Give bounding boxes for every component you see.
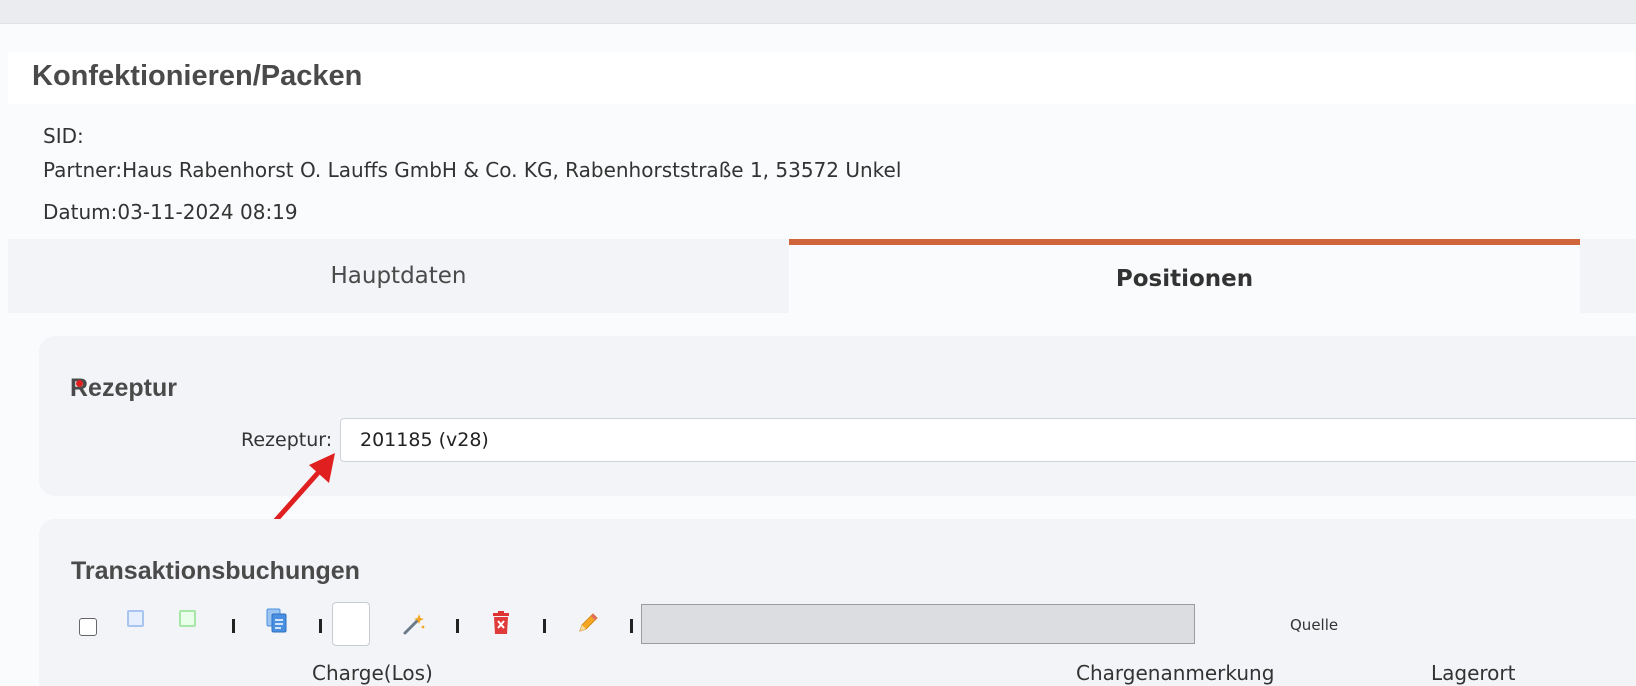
- datum-value: 03-11-2024 08:19: [117, 200, 298, 224]
- required-marker: [76, 380, 83, 387]
- quelle-label[interactable]: Quelle: [1290, 616, 1338, 634]
- transactions-panel: [39, 519, 1636, 686]
- search-input[interactable]: [641, 604, 1195, 644]
- pencil-icon[interactable]: [576, 611, 600, 635]
- toolbar-separator: [456, 619, 459, 633]
- delete-icon[interactable]: [491, 611, 511, 635]
- column-header-lagerort[interactable]: Lagerort: [1431, 661, 1515, 685]
- transactions-section-title: Transaktionsbuchungen: [71, 557, 360, 585]
- page-title: Konfektionieren/Packen: [32, 60, 363, 92]
- tab-hauptdaten[interactable]: Hauptdaten: [8, 239, 789, 313]
- top-bar: [0, 0, 1636, 24]
- magic-wand-icon[interactable]: [402, 612, 426, 636]
- toolbar-separator: [319, 619, 322, 633]
- sid-label: SID:: [43, 124, 84, 148]
- tab-positionen[interactable]: Positionen: [789, 239, 1580, 313]
- blue-square-icon[interactable]: [127, 610, 144, 627]
- tab-positionen-label: Positionen: [1115, 266, 1254, 292]
- column-header-chargenanmerkung[interactable]: Chargenanmerkung: [1076, 661, 1274, 685]
- rezeptur-section-title: Rezeptur: [70, 374, 177, 402]
- tab-hauptdaten-label: Hauptdaten: [330, 263, 467, 289]
- blank-toolbar-button[interactable]: [332, 602, 370, 646]
- partner-value: Haus Rabenhorst O. Lauffs GmbH & Co. KG,…: [122, 158, 902, 182]
- partner-line: Partner:Haus Rabenhorst O. Lauffs GmbH &…: [43, 158, 901, 182]
- green-square-icon[interactable]: [179, 610, 196, 627]
- column-header-charge[interactable]: Charge(Los): [312, 661, 433, 685]
- datum-label: Datum:: [43, 200, 118, 224]
- select-all-checkbox[interactable]: [79, 618, 97, 636]
- rezeptur-select-value: 201185 (v28): [360, 429, 489, 451]
- rezeptur-select[interactable]: 201185 (v28): [340, 418, 1636, 462]
- copy-document-icon[interactable]: [266, 608, 288, 634]
- sid-line: SID:: [43, 124, 84, 148]
- toolbar-separator: [630, 619, 633, 633]
- tab-bar: Hauptdaten Positionen: [8, 239, 1636, 313]
- datum-line: Datum:03-11-2024 08:19: [43, 200, 298, 224]
- partner-label: Partner:: [43, 158, 123, 182]
- toolbar-separator: [232, 619, 235, 633]
- toolbar-separator: [543, 619, 546, 633]
